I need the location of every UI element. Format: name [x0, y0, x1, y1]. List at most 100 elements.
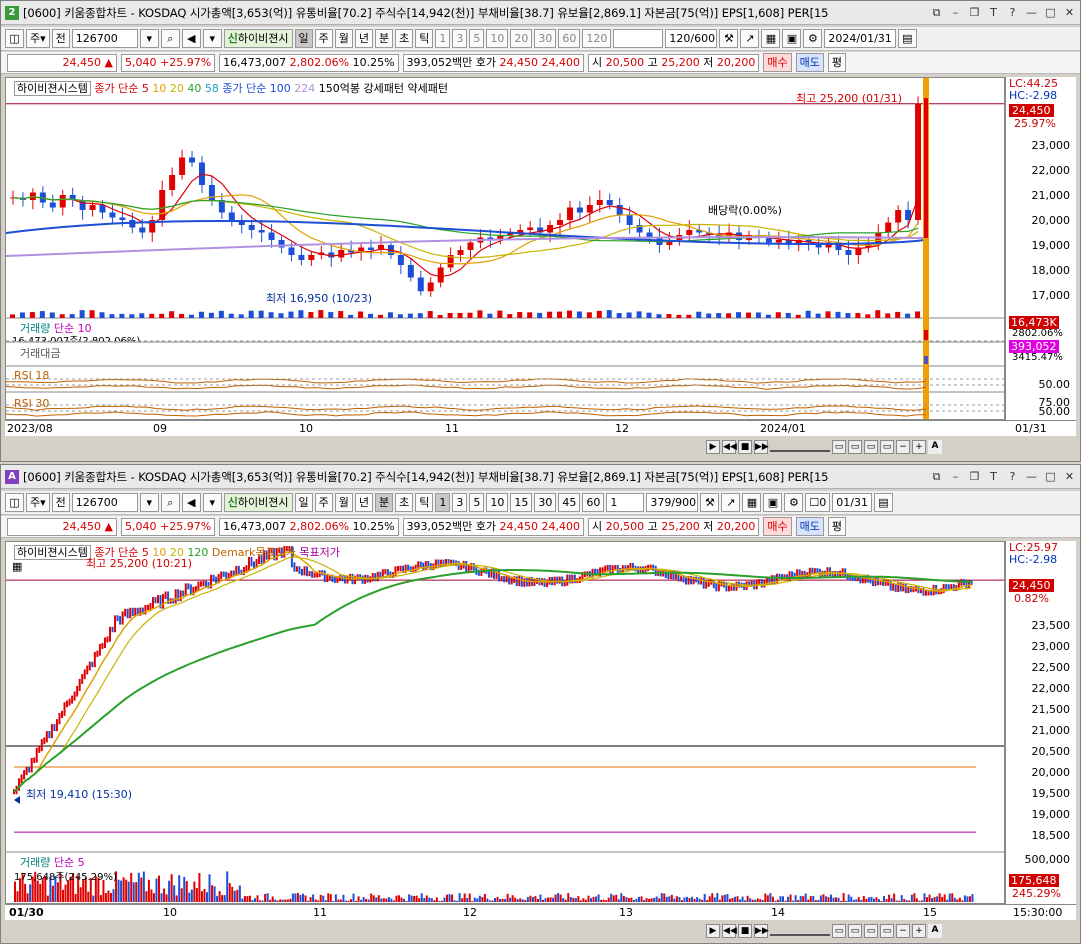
title-bar[interactable]: A [0600] 키움종합차트 - KOSDAQ 시가총액[3,653(억)] … [1, 465, 1080, 489]
stock-code-input[interactable]: 126700 [71, 493, 138, 512]
zoom-out-icon[interactable]: − [896, 924, 910, 938]
rewind-icon[interactable]: ◀◀ [722, 924, 737, 938]
dropdown-icon[interactable]: ▾ [139, 29, 159, 48]
market-select[interactable]: 주▾ [26, 493, 50, 512]
period-minute[interactable]: 분 [375, 493, 394, 512]
interval-45[interactable]: 45 [558, 493, 581, 512]
interval-5[interactable]: 5 [469, 29, 485, 48]
period-tick[interactable]: 틱 [415, 493, 434, 512]
play-icon[interactable]: ▶ [706, 440, 720, 454]
gear-icon[interactable]: ⚙ [784, 493, 804, 512]
zoom-slider[interactable] [770, 926, 830, 936]
tools-icon[interactable]: ⚒ [700, 493, 720, 512]
forward-icon[interactable]: ▶▶ [754, 924, 769, 938]
prev-button[interactable]: 전 [51, 493, 70, 512]
interval-30[interactable]: 30 [534, 493, 557, 512]
avg-button[interactable]: 평 [827, 517, 847, 536]
minute-candles-svg[interactable] [6, 542, 1005, 904]
period-year[interactable]: 년 [354, 493, 374, 512]
market-select[interactable]: 주▾ [26, 29, 50, 48]
layout-icon[interactable]: ◫ [5, 29, 24, 48]
daily-chart-area[interactable]: 하이비젼시스템 종가 단순 5 10 20 40 58 종가 단순 100 22… [5, 77, 1005, 420]
auto-icon[interactable]: A [928, 924, 942, 938]
font-icon[interactable]: T [985, 4, 1002, 21]
daily-price-scale[interactable]: LC:44.25 HC:-2.98 24,450 25.97% 23,000 2… [1005, 77, 1076, 420]
period-second[interactable]: 초 [395, 493, 414, 512]
rewind-icon[interactable]: ◀◀ [722, 440, 737, 454]
close-icon[interactable]: ✕ [1061, 468, 1078, 485]
minimize-icon[interactable]: – [947, 468, 964, 485]
calendar-icon[interactable]: ▤ [897, 29, 917, 48]
minute-price-scale[interactable]: LC:25.97 HC:-2.98 24,450 0.82% 23,500 23… [1005, 541, 1076, 904]
period-minute[interactable]: 분 [375, 29, 394, 48]
stock-name-field[interactable]: 신하이비젼시 [223, 493, 293, 512]
speaker-icon[interactable]: ◀ [181, 29, 201, 48]
period-day[interactable]: 일 [294, 29, 313, 48]
interval-10[interactable]: 10 [486, 493, 509, 512]
stop-icon[interactable]: ■ [738, 924, 752, 938]
stock-name-field[interactable]: 신하이비젼시 [223, 29, 293, 48]
period-month[interactable]: 월 [334, 29, 353, 48]
link-icon[interactable]: ⧉ [928, 468, 945, 485]
interval-20[interactable]: 20 [510, 29, 533, 48]
max-icon[interactable]: □ [1042, 4, 1059, 21]
avg-button[interactable]: 평 [827, 53, 847, 72]
daily-candles-svg[interactable] [6, 78, 1005, 420]
interval-30[interactable]: 30 [534, 29, 557, 48]
count-input[interactable]: 120/600 [665, 29, 718, 48]
forward-icon[interactable]: ▶▶ [754, 440, 769, 454]
layout-d-icon[interactable]: ▭ [880, 440, 894, 454]
period-year[interactable]: 년 [354, 29, 374, 48]
count-input[interactable]: 379/900 [646, 493, 699, 512]
buy-button[interactable]: 매수 [763, 517, 792, 536]
interval-120[interactable]: 120 [582, 29, 612, 48]
custom-interval-input[interactable] [613, 29, 664, 48]
restore-icon[interactable]: ❐ [966, 468, 983, 485]
stock-code-input[interactable]: 126700 [71, 29, 138, 48]
layout-d-icon[interactable]: ▭ [880, 924, 894, 938]
layout-c-icon[interactable]: ▭ [864, 440, 878, 454]
checkbox[interactable]: ☐ [809, 496, 819, 509]
interval-1[interactable]: 1 [435, 493, 451, 512]
zoom-in-icon[interactable]: + [912, 440, 926, 454]
period-day[interactable]: 일 [294, 493, 313, 512]
zoom-out-icon[interactable]: − [896, 440, 910, 454]
auto-icon[interactable]: A [928, 440, 942, 454]
speaker-icon[interactable]: ◀ [181, 493, 201, 512]
layout-c-icon[interactable]: ▭ [864, 924, 878, 938]
system-label[interactable]: 하이비젼시스템 [14, 545, 91, 560]
draw-icon[interactable]: ↗ [740, 29, 760, 48]
calendar-icon[interactable]: ▤ [873, 493, 893, 512]
chevron-down-icon[interactable]: ▾ [202, 493, 222, 512]
save-icon[interactable]: ▣ [782, 29, 802, 48]
buy-button[interactable]: 매수 [763, 53, 792, 72]
zoom-in-icon[interactable]: + [912, 924, 926, 938]
layout-a-icon[interactable]: ▭ [832, 440, 846, 454]
grid-icon[interactable]: ▦ [742, 493, 762, 512]
layout-icon[interactable]: ◫ [5, 493, 24, 512]
search-icon[interactable]: ⌕ [160, 493, 180, 512]
max-icon[interactable]: □ [1042, 468, 1059, 485]
interval-5[interactable]: 5 [469, 493, 485, 512]
interval-3[interactable]: 3 [452, 29, 468, 48]
stop-icon[interactable]: ■ [738, 440, 752, 454]
tools-icon[interactable]: ⚒ [719, 29, 739, 48]
chevron-down-icon[interactable]: ▾ [202, 29, 222, 48]
sell-button[interactable]: 매도 [795, 517, 824, 536]
checkbox-field[interactable]: ☐0 [805, 493, 831, 512]
interval-10[interactable]: 10 [486, 29, 509, 48]
close-icon[interactable]: ✕ [1061, 4, 1078, 21]
period-tick[interactable]: 틱 [415, 29, 434, 48]
min-icon[interactable]: — [1023, 4, 1040, 21]
title-bar[interactable]: 2 [0600] 키움종합차트 - KOSDAQ 시가총액[3,653(억)] … [1, 1, 1080, 25]
help-icon[interactable]: ? [1004, 468, 1021, 485]
sell-button[interactable]: 매도 [795, 53, 824, 72]
search-icon[interactable]: ⌕ [160, 29, 180, 48]
dropdown-icon[interactable]: ▾ [139, 493, 159, 512]
draw-icon[interactable]: ↗ [721, 493, 741, 512]
interval-60[interactable]: 60 [582, 493, 605, 512]
link-icon[interactable]: ⧉ [928, 4, 945, 21]
period-month[interactable]: 월 [334, 493, 353, 512]
save-icon[interactable]: ▣ [763, 493, 783, 512]
gear-icon[interactable]: ⚙ [803, 29, 823, 48]
